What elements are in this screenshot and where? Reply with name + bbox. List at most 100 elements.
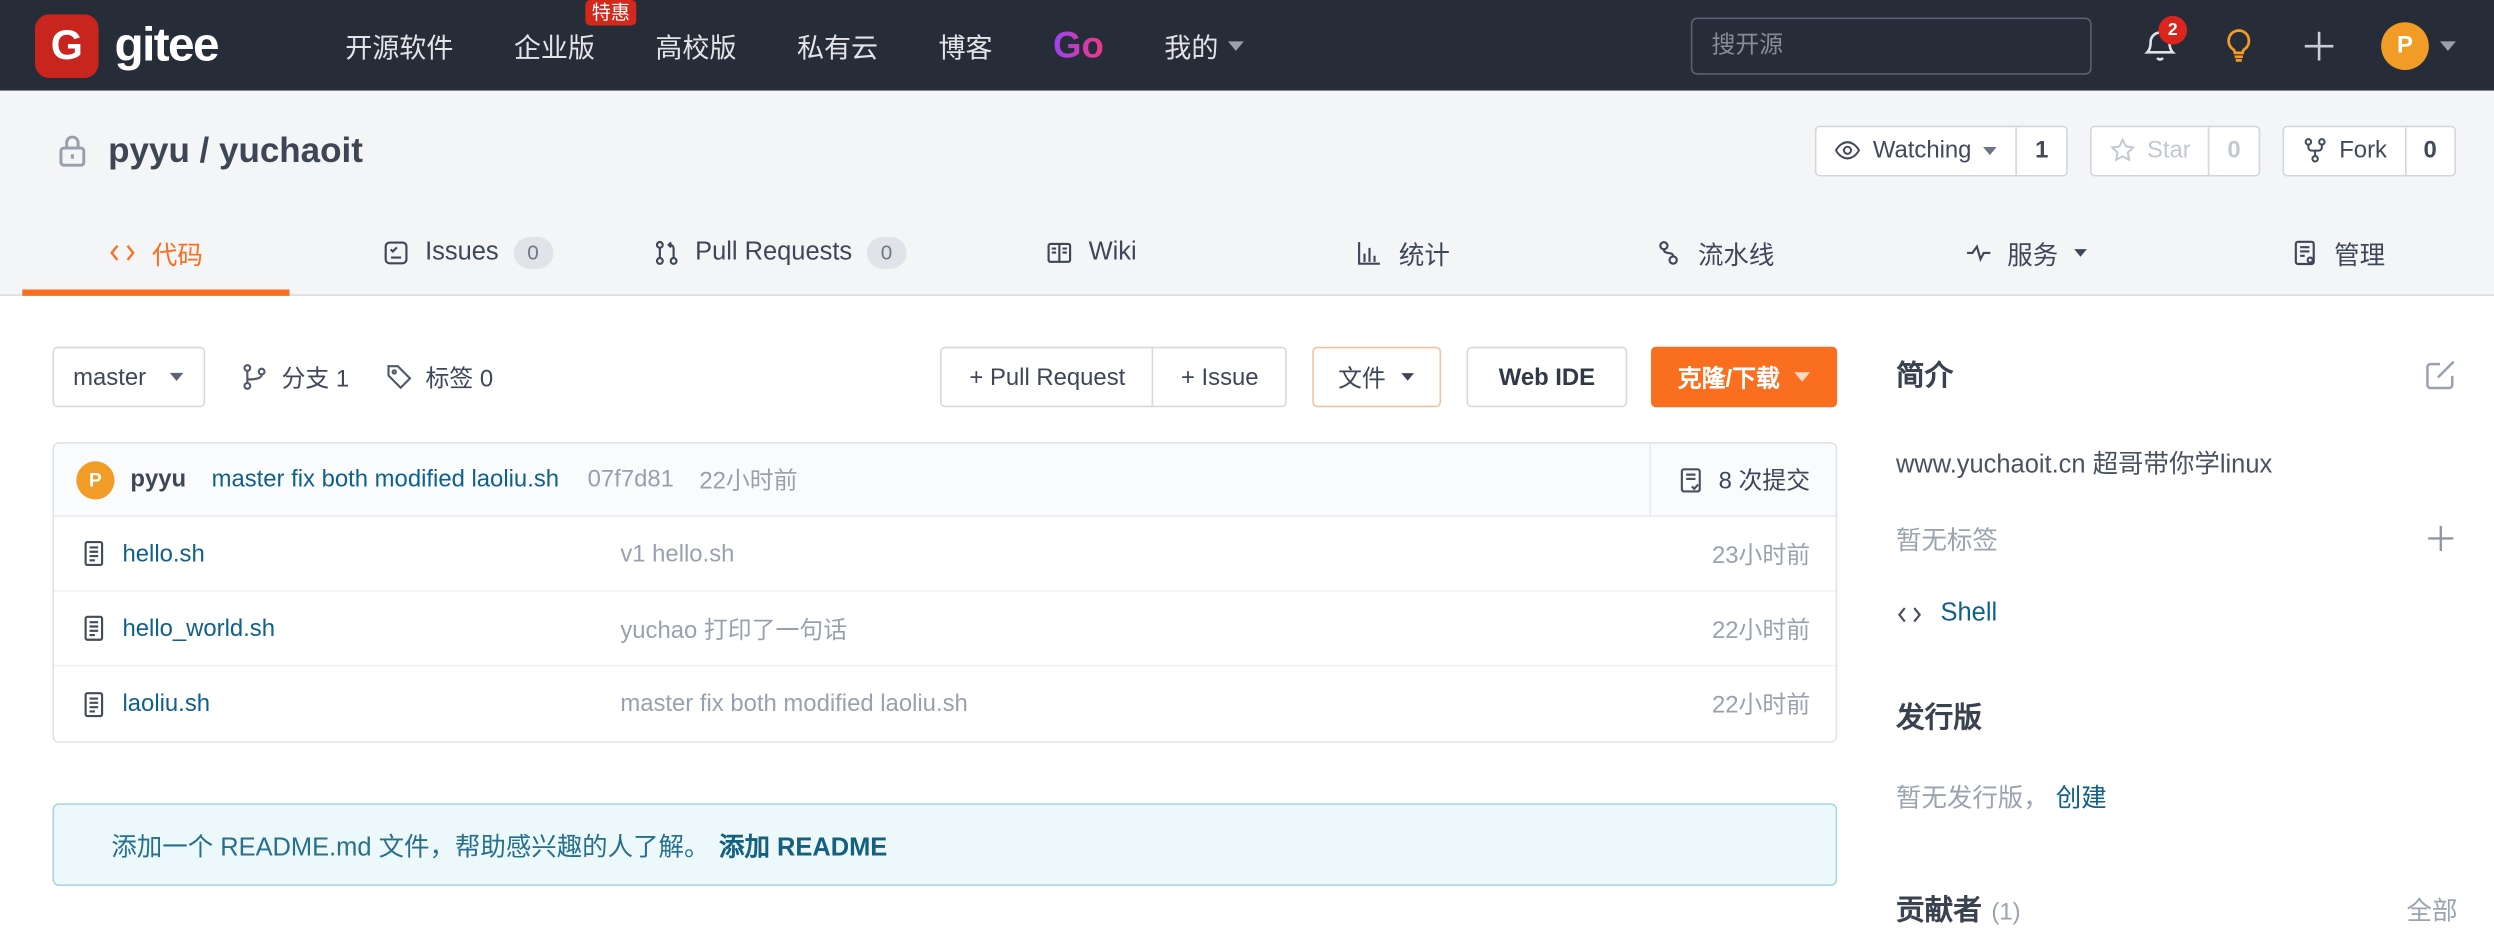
promo-badge: 特惠	[585, 0, 636, 25]
new-pull-request-button[interactable]: + Pull Request	[942, 348, 1152, 405]
tab-code[interactable]: 代码	[0, 210, 312, 294]
code-icon	[109, 238, 138, 267]
main-content: master 分支 1 标签 0	[0, 296, 2494, 948]
file-icon	[80, 614, 109, 643]
new-issue-button[interactable]: + Issue	[1152, 348, 1285, 405]
fork-count[interactable]: 0	[2404, 126, 2454, 174]
add-readme-banner: 添加一个 README.md 文件，帮助感兴趣的人了解。 添加 README	[52, 803, 1837, 886]
commit-message-link[interactable]: master fix both modified laoliu.sh	[212, 466, 559, 493]
ideas-button[interactable]	[2220, 27, 2257, 64]
tag-icon	[384, 363, 413, 392]
edit-icon[interactable]	[2424, 357, 2457, 390]
service-icon	[1964, 238, 1993, 267]
chevron-down-icon	[1794, 372, 1810, 382]
latest-commit-bar: P pyyu master fix both modified laoliu.s…	[54, 444, 1835, 517]
issues-count-badge: 0	[513, 236, 553, 268]
tags-link[interactable]: 标签 0	[384, 360, 493, 393]
tab-pipelines[interactable]: 流水线	[1559, 210, 1871, 294]
language-link[interactable]: Shell	[1941, 600, 1998, 629]
notification-badge: 2	[2158, 15, 2187, 44]
nav-item-mine[interactable]: 我的	[1164, 25, 1244, 65]
user-menu[interactable]: P	[2381, 21, 2456, 69]
pr-issue-button-group: + Pull Request + Issue	[941, 347, 1287, 407]
chevron-down-icon	[1228, 41, 1244, 51]
notifications-button[interactable]: 2	[2143, 28, 2178, 63]
branches-link[interactable]: 分支 1	[240, 360, 349, 393]
star-button[interactable]: Star 0	[2090, 125, 2260, 176]
navbar-right-cluster: 2 P	[2143, 21, 2456, 69]
fork-button[interactable]: Fork 0	[2282, 125, 2456, 176]
branch-selector[interactable]: master	[52, 347, 205, 407]
nav-item-education[interactable]: 高校版	[655, 25, 736, 65]
tab-wiki[interactable]: Wiki	[935, 210, 1247, 294]
commits-count-link[interactable]: 8 次提交	[1650, 444, 1835, 516]
nav-menu: 开源软件 企业版 特惠 高校版 私有云 博客 Go 我的	[345, 24, 1244, 67]
file-icon	[80, 539, 109, 568]
commit-hash[interactable]: 07f7d81	[588, 466, 674, 493]
table-row[interactable]: hello_world.sh yuchao 打印了一句话 22小时前	[54, 592, 1835, 667]
watching-button[interactable]: Watching 1	[1816, 125, 2068, 176]
tab-services[interactable]: 服务	[1871, 210, 2183, 294]
tab-issues[interactable]: Issues 0	[312, 210, 624, 294]
pull-requests-count-badge: 0	[866, 236, 906, 268]
releases-title: 发行版	[1896, 695, 1982, 736]
go-logo: Go	[1053, 24, 1104, 67]
file-commit-time: 22小时前	[1712, 687, 1810, 720]
gitee-logo-text: gitee	[115, 18, 218, 72]
manage-icon	[2291, 238, 2320, 267]
table-row[interactable]: laoliu.sh master fix both modified laoli…	[54, 666, 1835, 741]
tab-pull-requests[interactable]: Pull Requests 0	[624, 210, 936, 294]
file-menu-button[interactable]: 文件	[1313, 347, 1442, 407]
readme-banner-text: 添加一个 README.md 文件，帮助感兴趣的人了解。	[111, 826, 709, 864]
pipeline-icon	[1655, 238, 1684, 267]
branch-icon	[240, 363, 269, 392]
gitee-logo-icon: G	[35, 14, 99, 78]
clone-download-button[interactable]: 克隆/下载	[1651, 347, 1837, 407]
nav-item-private-cloud[interactable]: 私有云	[797, 25, 878, 65]
table-row[interactable]: hello.sh v1 hello.sh 23小时前	[54, 517, 1835, 592]
contributors-count: (1)	[1991, 899, 2020, 926]
tab-manage[interactable]: 管理	[2182, 210, 2494, 294]
file-commit-message[interactable]: yuchao 打印了一句话	[620, 612, 1712, 645]
star-count[interactable]: 0	[2208, 126, 2258, 174]
chevron-down-icon	[170, 373, 184, 381]
file-commit-message[interactable]: v1 hello.sh	[620, 540, 1712, 567]
commit-author[interactable]: pyyu	[130, 466, 186, 493]
create-release-link[interactable]: 创建	[2056, 786, 2107, 813]
gitee-logo[interactable]: G gitee	[35, 14, 218, 78]
chevron-down-icon	[2440, 41, 2456, 51]
search-input[interactable]	[1691, 17, 2092, 74]
file-commit-message[interactable]: master fix both modified laoliu.sh	[620, 690, 1712, 717]
chevron-down-icon	[1402, 373, 1415, 381]
file-name-link[interactable]: laoliu.sh	[122, 690, 210, 717]
tab-statistics[interactable]: 统计	[1247, 210, 1559, 294]
add-tag-icon[interactable]	[2424, 521, 2457, 554]
repo-description: www.yuchaoit.cn 超哥带你学linux	[1896, 442, 2457, 480]
nav-item-blog[interactable]: 博客	[939, 25, 993, 65]
avatar[interactable]: P	[76, 460, 114, 498]
star-icon	[2109, 137, 2136, 164]
pull-request-icon	[652, 238, 681, 267]
nav-item-enterprise[interactable]: 企业版 特惠	[514, 25, 595, 65]
lock-icon	[54, 132, 91, 169]
repo-header: pyyu / yuchaoit Watching 1	[0, 91, 2494, 210]
top-navbar: G gitee 开源软件 企业版 特惠 高校版 私有云 博客 Go 我的	[0, 0, 2494, 91]
all-contributors-link[interactable]: 全部	[2407, 889, 2458, 927]
create-new-button[interactable]	[2300, 26, 2338, 64]
file-name-link[interactable]: hello_world.sh	[122, 615, 275, 642]
file-name-link[interactable]: hello.sh	[122, 540, 204, 567]
add-readme-link[interactable]: 添加 README	[719, 826, 887, 864]
nav-item-go[interactable]: Go	[1053, 24, 1104, 67]
stats-icon	[1356, 238, 1385, 267]
gitee-repo-page: G gitee 开源软件 企业版 特惠 高校版 私有云 博客 Go 我的	[0, 0, 2494, 948]
code-column: master 分支 1 标签 0	[52, 296, 1837, 948]
wiki-icon	[1046, 238, 1075, 267]
file-browser-panel: P pyyu master fix both modified laoliu.s…	[52, 442, 1837, 743]
nav-item-opensource[interactable]: 开源软件	[345, 25, 453, 65]
file-commit-time: 23小时前	[1712, 537, 1810, 570]
file-commit-time: 22小时前	[1712, 612, 1810, 645]
web-ide-button[interactable]: Web IDE	[1467, 347, 1627, 407]
file-icon	[80, 690, 109, 719]
watching-count[interactable]: 1	[2016, 126, 2066, 174]
commits-icon	[1677, 465, 1706, 494]
